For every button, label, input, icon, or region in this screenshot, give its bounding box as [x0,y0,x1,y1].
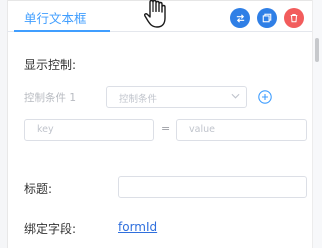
copy-icon [262,13,272,23]
bind-field-link[interactable]: formId [118,220,157,234]
equals-sign: = [161,122,171,135]
display-control-title: 显示控制: [24,58,77,72]
swap-button[interactable] [230,8,250,28]
chevron-down-icon [231,93,240,99]
value-placeholder: value [189,124,215,135]
left-panel-edge [0,0,8,248]
title-label: 标题: [24,182,53,196]
key-placeholder: key [37,124,54,135]
hand-cursor-icon [144,0,166,28]
key-input[interactable]: key [24,119,154,141]
condition-label: 控制条件 1 [24,92,77,104]
swap-icon [236,13,244,23]
header-active-indicator [14,30,110,32]
add-condition-icon[interactable] [258,90,272,104]
bind-field-label: 绑定字段: [24,222,77,236]
component-title: 单行文本框 [24,11,87,26]
condition-select-placeholder: 控制条件 [119,94,158,105]
delete-button[interactable] [284,8,304,28]
delete-icon [290,14,298,23]
title-input[interactable] [118,176,307,198]
copy-button[interactable] [257,8,277,28]
condition-select[interactable]: 控制条件 [106,86,247,108]
scrollbar-thumb[interactable] [315,38,319,62]
value-input[interactable]: value [176,119,307,141]
